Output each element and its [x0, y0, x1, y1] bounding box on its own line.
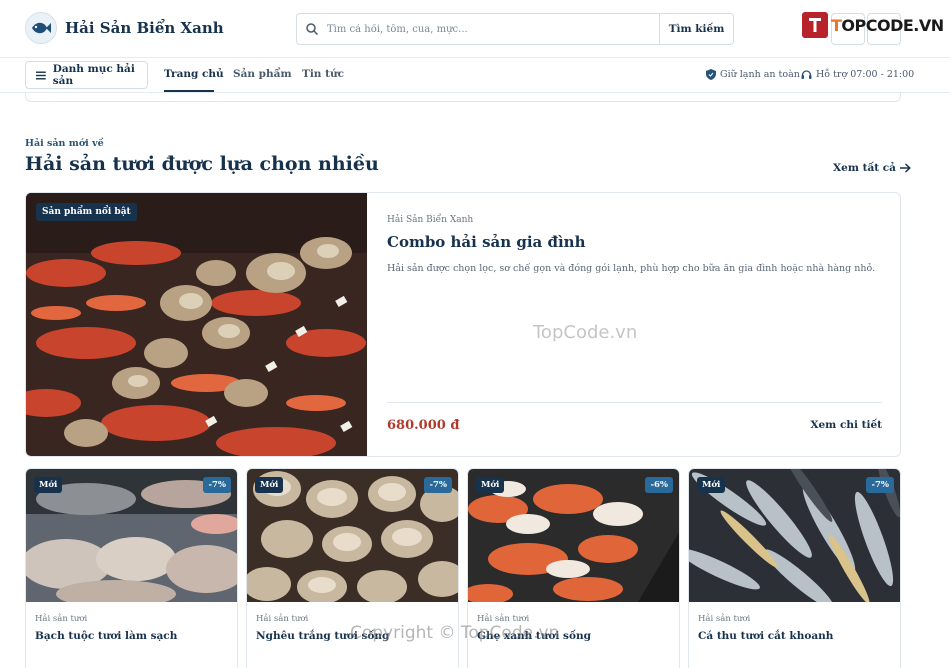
product-category: Hải sản tươi: [698, 614, 751, 624]
topcode-watermark-logo: TOPCODE.VN: [802, 12, 944, 38]
info-support: Hỗ trợ 07:00 - 21:00: [801, 69, 914, 80]
nav-link-news[interactable]: Tin tức: [302, 68, 344, 80]
fish-icon: [25, 12, 57, 44]
discount-badge: -7%: [203, 477, 231, 493]
nav-link-products[interactable]: Sản phẩm: [233, 68, 292, 80]
featured-badge: Sản phẩm nổi bật: [36, 203, 137, 221]
new-badge: Mới: [697, 477, 726, 493]
category-menu-label: Danh mục hải sản: [52, 63, 135, 87]
copyright-watermark: Copyright © TopCode.vn: [350, 623, 560, 643]
view-detail-link[interactable]: Xem chi tiết: [810, 419, 882, 431]
search-icon: [297, 23, 327, 35]
info-fresh: Giữ lạnh an toàn: [706, 69, 800, 80]
search-bar: Tìm kiếm: [296, 13, 734, 45]
featured-product-card[interactable]: Sản phẩm nổi bật Hải Sản Biển Xanh Combo…: [25, 192, 901, 457]
see-all-link[interactable]: Xem tất cả: [833, 162, 911, 174]
product-card[interactable]: Mới -7% Hải sản tươi Bạch tuộc tươi làm …: [25, 468, 238, 668]
site-header: Hải Sản Biển Xanh Tìm kiếm TOPCODE.VN: [0, 0, 950, 58]
arrow-right-icon: [899, 163, 911, 173]
product-name[interactable]: Bạch tuộc tươi làm sạch: [35, 630, 177, 642]
discount-badge: -7%: [866, 477, 894, 493]
product-card[interactable]: Mới -7% Hải sản tươi Cá thu tươi cắt kho…: [688, 468, 901, 668]
new-badge: Mới: [255, 477, 284, 493]
divider: [387, 402, 882, 403]
active-nav-indicator: [164, 90, 214, 92]
section-title: Hải sản tươi được lựa chọn nhiều: [25, 153, 379, 175]
new-badge: Mới: [34, 477, 63, 493]
headset-icon: [801, 69, 812, 79]
info-fresh-label: Giữ lạnh an toàn: [720, 69, 800, 80]
info-support-label: Hỗ trợ 07:00 - 21:00: [816, 69, 915, 80]
section-eyebrow: Hải sản mới về: [25, 138, 104, 149]
previous-section-edge: [25, 93, 901, 102]
featured-description: Hải sản được chọn lọc, sơ chế gọn và đón…: [387, 263, 876, 274]
product-category: Hải sản tươi: [256, 614, 309, 624]
brand-logo[interactable]: Hải Sản Biển Xanh: [25, 12, 224, 44]
nav-link-home[interactable]: Trang chủ: [164, 68, 224, 80]
brand-name: Hải Sản Biển Xanh: [65, 19, 224, 37]
search-input[interactable]: [327, 15, 659, 43]
category-menu-button[interactable]: Danh mục hải sản: [25, 61, 148, 89]
product-image[interactable]: Mới -7%: [247, 469, 458, 602]
featured-title[interactable]: Combo hải sản gia đình: [387, 233, 586, 251]
topcode-logo-text: TOPCODE.VN: [831, 15, 944, 35]
see-all-label: Xem tất cả: [833, 162, 896, 174]
product-category: Hải sản tươi: [35, 614, 88, 624]
product-image[interactable]: Mới -6%: [468, 469, 679, 602]
discount-badge: -6%: [645, 477, 673, 493]
main-nav: Danh mục hải sản Trang chủ Sản phẩm Tin …: [0, 58, 950, 93]
product-image[interactable]: Mới -7%: [26, 469, 237, 602]
watermark-text: TopCode.vn: [533, 322, 638, 343]
menu-icon: [36, 71, 46, 79]
shield-icon: [706, 69, 716, 80]
featured-price: 680.000 đ: [387, 418, 460, 433]
topcode-logo-icon: [802, 12, 828, 38]
search-button[interactable]: Tìm kiếm: [659, 14, 733, 44]
product-image[interactable]: Mới -7%: [689, 469, 900, 602]
product-name[interactable]: Cá thu tươi cắt khoanh: [698, 630, 833, 642]
discount-badge: -7%: [424, 477, 452, 493]
new-badge: Mới: [476, 477, 505, 493]
featured-product-image[interactable]: Sản phẩm nổi bật: [26, 193, 367, 456]
featured-brand: Hải Sản Biển Xanh: [387, 215, 474, 225]
